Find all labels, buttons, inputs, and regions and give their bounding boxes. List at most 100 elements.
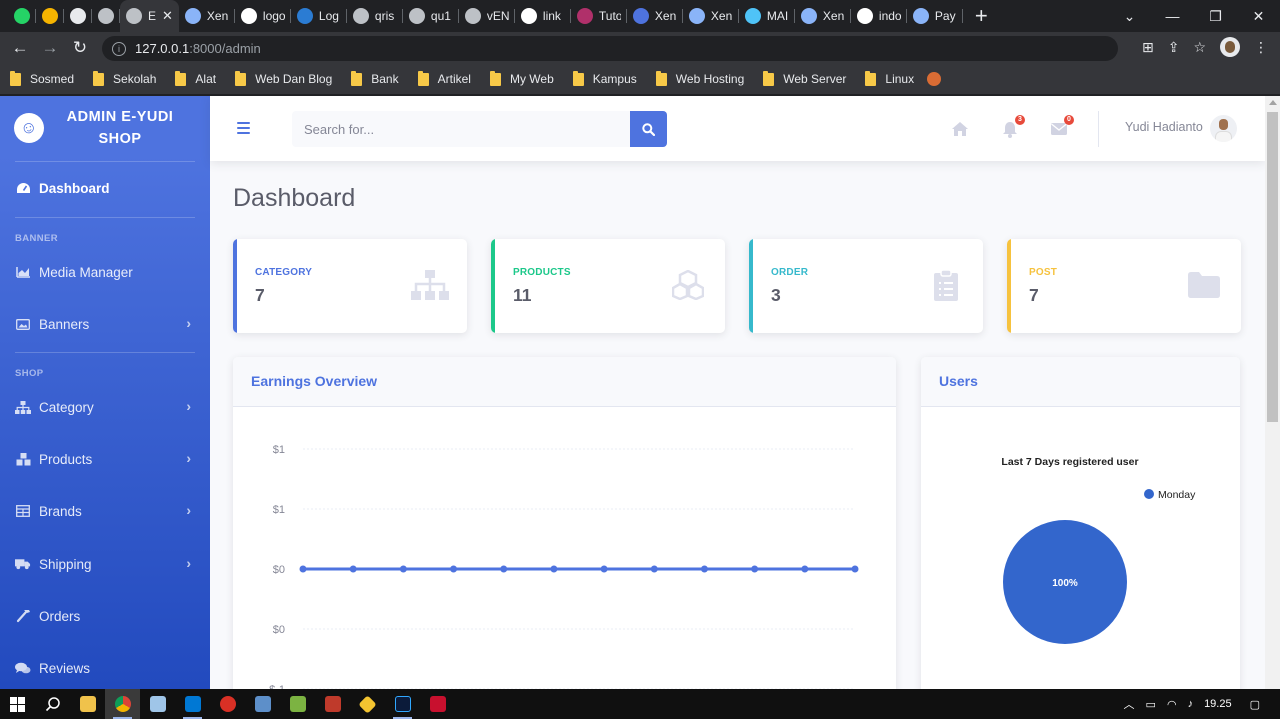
notification-icon[interactable]: ▢ bbox=[1250, 698, 1260, 711]
data-point[interactable] bbox=[550, 565, 558, 573]
data-point[interactable] bbox=[851, 565, 859, 573]
browser-tab[interactable]: indo bbox=[851, 0, 907, 32]
sidebar-item-dashboard[interactable]: Dashboard bbox=[15, 176, 195, 200]
chevron-up-icon[interactable]: ︿ bbox=[1124, 696, 1135, 712]
data-point[interactable] bbox=[399, 565, 407, 573]
volume-icon[interactable]: ♪ bbox=[1188, 698, 1194, 710]
reload-icon[interactable]: ↻ bbox=[65, 38, 95, 58]
virtualbox-icon[interactable] bbox=[245, 689, 280, 719]
data-point[interactable] bbox=[650, 565, 658, 573]
home-icon[interactable] bbox=[951, 120, 969, 138]
photoshop-icon[interactable] bbox=[385, 689, 420, 719]
search-input[interactable] bbox=[292, 111, 630, 147]
browser-tab[interactable]: Tuto bbox=[571, 0, 627, 32]
sidebar-item-banners[interactable]: Banners › bbox=[15, 312, 195, 336]
windows-start-icon[interactable] bbox=[0, 689, 35, 719]
browser-tab[interactable]: logo bbox=[235, 0, 291, 32]
browser-tab[interactable]: Xen bbox=[795, 0, 851, 32]
vscode-icon[interactable] bbox=[175, 689, 210, 719]
data-point[interactable] bbox=[500, 565, 508, 573]
legend-label[interactable]: Monday bbox=[1158, 489, 1196, 501]
battery-icon[interactable]: ▭ bbox=[1146, 698, 1156, 711]
gmail-icon[interactable] bbox=[210, 689, 245, 719]
translate-icon[interactable]: ⊞ bbox=[1142, 39, 1154, 56]
data-point[interactable] bbox=[450, 565, 458, 573]
menu-dots-icon[interactable]: ⋮ bbox=[1254, 39, 1268, 56]
file-explorer-icon[interactable] bbox=[70, 689, 105, 719]
notepad-icon[interactable] bbox=[140, 689, 175, 719]
page-scrollbar[interactable] bbox=[1265, 96, 1280, 689]
filezilla-icon[interactable] bbox=[315, 689, 350, 719]
browser-tab[interactable]: Xen bbox=[627, 0, 683, 32]
chrome-icon[interactable] bbox=[105, 689, 140, 719]
browser-tab[interactable]: Xen bbox=[179, 0, 235, 32]
bookmark-folder[interactable]: Sekolah bbox=[93, 70, 156, 86]
browser-tab[interactable]: Pay bbox=[907, 0, 963, 32]
search-icon[interactable] bbox=[35, 689, 70, 719]
bookmark-folder[interactable]: Sosmed bbox=[10, 70, 74, 86]
sidebar-item-products[interactable]: Products › bbox=[15, 447, 195, 471]
browser-tab[interactable] bbox=[92, 0, 120, 32]
search-button[interactable] bbox=[630, 111, 667, 147]
address-bar[interactable]: i 127.0.0.1:8000/admin bbox=[102, 36, 1118, 61]
profile-avatar[interactable] bbox=[1220, 37, 1240, 57]
user-avatar[interactable] bbox=[1210, 115, 1237, 142]
share-icon[interactable]: ⇪ bbox=[1168, 39, 1180, 56]
bookmark-folder[interactable]: Web Dan Blog bbox=[235, 70, 332, 86]
browser-tab[interactable]: vEN bbox=[459, 0, 515, 32]
data-point[interactable] bbox=[299, 565, 307, 573]
new-tab-button[interactable]: + bbox=[975, 0, 988, 32]
sidebar-item-reviews[interactable]: Reviews bbox=[15, 656, 195, 680]
data-point[interactable] bbox=[801, 565, 809, 573]
browser-tab[interactable]: qu1 bbox=[403, 0, 459, 32]
bookmark-folder[interactable]: Artikel bbox=[417, 70, 471, 86]
alerts-bell-icon[interactable]: 3 bbox=[1001, 115, 1025, 138]
minimize-icon[interactable]: — bbox=[1151, 8, 1194, 24]
data-point[interactable] bbox=[700, 565, 708, 573]
forward-icon[interactable]: → bbox=[35, 38, 65, 58]
data-point[interactable] bbox=[751, 565, 759, 573]
messages-envelope-icon[interactable]: 0 bbox=[1050, 115, 1074, 138]
legend-swatch[interactable] bbox=[1144, 489, 1154, 499]
sidebar-brand[interactable]: ☺ ADMIN E-YUDI SHOP bbox=[0, 96, 210, 161]
extension-bookmark-icon[interactable] bbox=[927, 72, 942, 86]
browser-tab[interactable] bbox=[8, 0, 36, 32]
data-point[interactable] bbox=[349, 565, 357, 573]
browser-tab[interactable]: link bbox=[515, 0, 571, 32]
info-icon[interactable]: i bbox=[112, 41, 126, 56]
bookmark-folder[interactable]: My Web bbox=[489, 70, 554, 86]
browser-tab[interactable] bbox=[64, 0, 92, 32]
bookmark-folder[interactable]: Web Server bbox=[763, 70, 846, 86]
data-point[interactable] bbox=[600, 565, 608, 573]
browser-tab[interactable]: Xen bbox=[683, 0, 739, 32]
user-name[interactable]: Yudi Hadianto bbox=[1125, 120, 1203, 134]
back-icon[interactable]: ← bbox=[5, 38, 35, 58]
star-icon[interactable]: ☆ bbox=[1193, 39, 1206, 56]
browser-tab[interactable]: Log bbox=[291, 0, 347, 32]
browser-tab[interactable] bbox=[36, 0, 64, 32]
sidebar-item-media-manager[interactable]: Media Manager bbox=[15, 260, 195, 284]
sidebar-item-shipping[interactable]: Shipping › bbox=[15, 552, 195, 576]
browser-tab[interactable]: E ✕ bbox=[120, 0, 179, 32]
bookmark-folder[interactable]: Alat bbox=[175, 70, 216, 86]
browser-tab[interactable]: MAI bbox=[739, 0, 795, 32]
git-icon[interactable] bbox=[350, 689, 385, 719]
maximize-icon[interactable]: ❐ bbox=[1194, 8, 1237, 25]
sidebar-toggle-icon[interactable] bbox=[237, 122, 250, 137]
bookmark-folder[interactable]: Web Hosting bbox=[655, 70, 744, 86]
chevron-down-icon[interactable]: ⌄ bbox=[1108, 8, 1151, 25]
sidebar-item-orders[interactable]: Orders bbox=[15, 604, 195, 628]
sidebar-item-category[interactable]: Category › bbox=[15, 395, 195, 419]
browser-tab[interactable]: qris bbox=[347, 0, 403, 32]
snipping-icon[interactable] bbox=[420, 689, 455, 719]
bookmark-folder[interactable]: Linux bbox=[865, 70, 914, 86]
scrollbar-thumb[interactable] bbox=[1267, 112, 1278, 422]
sidebar-item-brands[interactable]: Brands › bbox=[15, 499, 195, 523]
tab-close-icon[interactable]: ✕ bbox=[162, 8, 173, 24]
tool-icon[interactable] bbox=[280, 689, 315, 719]
bookmark-folder[interactable]: Kampus bbox=[572, 70, 637, 86]
clock-time[interactable]: 19.25 bbox=[1204, 698, 1232, 710]
close-icon[interactable]: ✕ bbox=[1237, 8, 1280, 25]
wifi-icon[interactable]: ◠ bbox=[1167, 698, 1177, 711]
bookmark-folder[interactable]: Bank bbox=[351, 70, 399, 86]
